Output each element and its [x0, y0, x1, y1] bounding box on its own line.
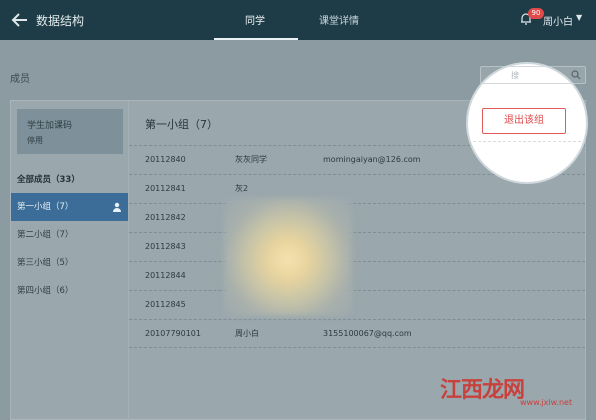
student-id: 20112843 — [145, 242, 186, 251]
class-code-label: 学生加课码 — [27, 121, 73, 131]
active-tab-indicator — [214, 38, 298, 40]
app-title: 数据结构 — [36, 14, 85, 28]
group-item-label: 第二小组（7） — [17, 230, 74, 240]
class-code-card[interactable]: 学生加课码 停用 — [17, 109, 123, 154]
top-bar: 数据结构 同学 课堂详情 90 周小白 ▼ — [0, 0, 596, 40]
all-members-item[interactable]: 全部成员（33） — [17, 173, 80, 185]
group-item-label: 第三小组（5） — [17, 258, 74, 268]
members-heading: 成员 — [10, 74, 30, 85]
table-row[interactable]: 20112842 — [129, 203, 585, 232]
student-id: 20107790101 — [145, 329, 201, 338]
person-icon — [113, 202, 121, 212]
spotlight-highlight: 搜 退出该组 — [468, 64, 586, 182]
student-email: 3155100067@qq.com — [323, 329, 412, 338]
student-id: 20112842 — [145, 213, 186, 222]
student-name: 周小白 — [235, 329, 259, 338]
student-id: 20112841 — [145, 184, 186, 193]
search-input-highlighted[interactable]: 搜 — [480, 66, 586, 84]
caret-down-icon[interactable]: ▼ — [576, 13, 582, 22]
group-item-1[interactable]: 第一小组（7） — [11, 193, 128, 221]
student-id: 20112844 — [145, 271, 186, 280]
table-row[interactable]: 20112843 — [129, 232, 585, 261]
student-id: 20112845 — [145, 300, 186, 309]
group-sidebar: 学生加课码 停用 全部成员（33） 第一小组（7） 第二小组（7） 第三小组（5… — [11, 101, 129, 420]
exit-group-button[interactable]: 退出该组 — [482, 108, 566, 134]
class-code-state: 停用 — [27, 136, 43, 145]
student-email: momingaiyan@126.com — [323, 155, 421, 164]
watermark-url: www.jxlw.net — [520, 398, 573, 407]
watermark-logo: 江西龙网 — [440, 378, 525, 403]
table-row[interactable]: 20112844 — [129, 261, 585, 290]
divider — [468, 141, 586, 142]
group-item-label: 第四小组（6） — [17, 286, 74, 296]
student-id: 20112840 — [145, 155, 186, 164]
group-item-4[interactable]: 第四小组（6） — [11, 277, 128, 305]
table-row[interactable]: 20107790101 周小白 3155100067@qq.com — [129, 319, 585, 348]
group-item-label: 第一小组（7） — [17, 202, 74, 212]
group-item-2[interactable]: 第二小组（7） — [11, 221, 128, 249]
tab-classmates[interactable]: 同学 — [245, 12, 265, 27]
table-row[interactable]: 20112845 灰6 — [129, 290, 585, 319]
tab-class-details[interactable]: 课堂详情 — [319, 12, 359, 27]
group-item-3[interactable]: 第三小组（5） — [11, 249, 128, 277]
student-name: 灰灰同学 — [235, 155, 267, 164]
user-name[interactable]: 周小白 — [543, 13, 573, 28]
back-arrow-icon[interactable] — [10, 10, 30, 30]
search-placeholder: 搜 — [511, 71, 519, 80]
blurred-avatar-image — [224, 198, 352, 316]
group-title: 第一小组（7） — [145, 118, 218, 131]
notification-badge: 90 — [528, 8, 544, 19]
